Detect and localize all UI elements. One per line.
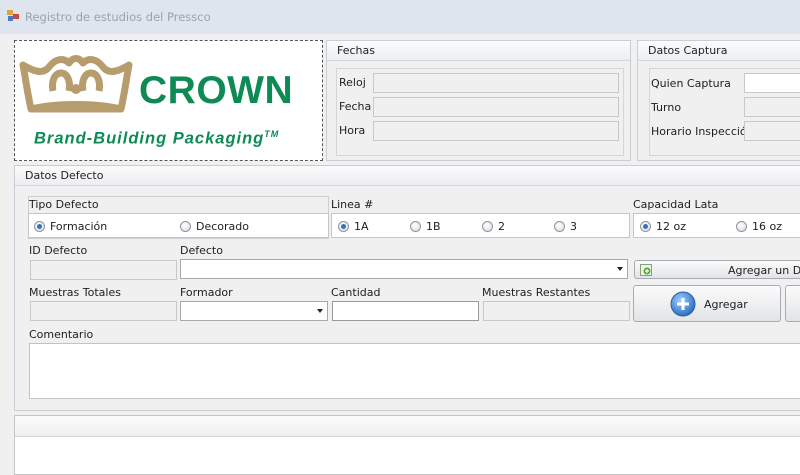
logo-brand: CROWN <box>139 69 294 112</box>
radio-dot <box>482 221 493 232</box>
window-title: Registro de estudios del Pressco <box>25 10 211 24</box>
secondary-action-button[interactable] <box>785 285 800 322</box>
chevron-down-icon <box>617 267 623 271</box>
radio-16oz[interactable]: 16 oz <box>736 220 782 233</box>
horario-field[interactable] <box>744 121 800 141</box>
id-defecto-field[interactable] <box>30 260 177 280</box>
defecto-group: Datos Defecto Tipo Defecto Formación Dec… <box>14 165 800 411</box>
captura-group: Datos Captura Quien Captura Turno Horari… <box>637 40 800 161</box>
radio-label: Decorado <box>196 220 249 233</box>
chevron-down-icon <box>317 309 323 313</box>
radio-formacion[interactable]: Formación <box>34 220 107 233</box>
app-icon <box>7 10 19 21</box>
captura-header: Datos Captura <box>638 41 800 61</box>
turno-field[interactable] <box>744 97 800 117</box>
quien-label: Quien Captura <box>651 77 731 90</box>
radio-dot <box>554 221 565 232</box>
radio-label: Formación <box>50 220 108 233</box>
radio-dot <box>180 221 191 232</box>
radio-dot <box>410 221 421 232</box>
formador-combo[interactable] <box>180 301 328 321</box>
plus-icon <box>670 291 696 317</box>
hora-field[interactable] <box>373 121 619 141</box>
radio-dot <box>34 221 45 232</box>
hora-label: Hora <box>339 124 366 137</box>
linea-radio-area <box>331 213 630 238</box>
records-header <box>15 416 800 437</box>
fechas-group: Fechas Reloj Fecha Hora <box>326 40 631 161</box>
id-defecto-label: ID Defecto <box>29 244 88 257</box>
radio-label: 1B <box>426 220 441 233</box>
radio-12oz[interactable]: 12 oz <box>640 220 686 233</box>
radio-linea-3[interactable]: 3 <box>554 220 577 233</box>
formador-label: Formador <box>180 286 233 299</box>
radio-linea-1b[interactable]: 1B <box>410 220 441 233</box>
agregar-defecto-button[interactable]: Agregar un Defecto <box>634 260 800 279</box>
capacidad-label: Capacidad Lata <box>633 198 719 211</box>
logo-tagline: Brand-Building PackagingTM <box>34 129 280 148</box>
muestras-totales-label: Muestras Totales <box>29 286 121 299</box>
agregar-defecto-label: Agregar un Defecto <box>728 264 800 277</box>
agregar-button[interactable]: Agregar <box>633 285 781 322</box>
reloj-field[interactable] <box>373 73 619 93</box>
agregar-label: Agregar <box>704 298 748 311</box>
radio-decorado[interactable]: Decorado <box>180 220 249 233</box>
quien-captura-field[interactable] <box>744 73 800 93</box>
radio-dot <box>640 221 651 232</box>
fecha-label: Fecha <box>339 100 372 113</box>
reloj-label: Reloj <box>339 76 366 89</box>
comentario-label: Comentario <box>29 328 94 341</box>
tipo-label: Tipo Defecto <box>29 198 99 211</box>
fechas-header: Fechas <box>327 41 630 61</box>
muestras-restantes-field[interactable] <box>483 301 630 321</box>
radio-label: 2 <box>498 220 505 233</box>
comentario-textarea[interactable] <box>29 343 800 399</box>
turno-label: Turno <box>651 101 682 114</box>
radio-dot <box>736 221 747 232</box>
cantidad-input[interactable] <box>332 301 479 321</box>
muestras-restantes-label: Muestras Restantes <box>482 286 591 299</box>
captura-title: Datos Captura <box>648 44 728 57</box>
add-item-icon <box>640 264 652 276</box>
radio-dot <box>338 221 349 232</box>
title-bar: Registro de estudios del Pressco <box>0 0 800 34</box>
muestras-totales-field[interactable] <box>30 301 177 321</box>
defecto-title: Datos Defecto <box>25 169 104 182</box>
radio-label: 16 oz <box>752 220 782 233</box>
radio-linea-1a[interactable]: 1A <box>338 220 369 233</box>
crown-logo: CROWN Brand-Building PackagingTM <box>14 40 323 161</box>
defecto-header: Datos Defecto <box>15 166 800 186</box>
crown-emblem-icon <box>19 55 133 113</box>
records-panel <box>14 415 800 475</box>
radio-label: 12 oz <box>656 220 686 233</box>
fechas-title: Fechas <box>337 44 375 57</box>
cantidad-label: Cantidad <box>331 286 381 299</box>
radio-label: 3 <box>570 220 577 233</box>
radio-linea-2[interactable]: 2 <box>482 220 505 233</box>
horario-label: Horario Inspección <box>651 125 754 138</box>
linea-label: Linea # <box>331 198 374 211</box>
radio-label: 1A <box>354 220 369 233</box>
defecto-label: Defecto <box>180 244 223 257</box>
fecha-field[interactable] <box>373 97 619 117</box>
defecto-combo[interactable] <box>180 259 628 279</box>
